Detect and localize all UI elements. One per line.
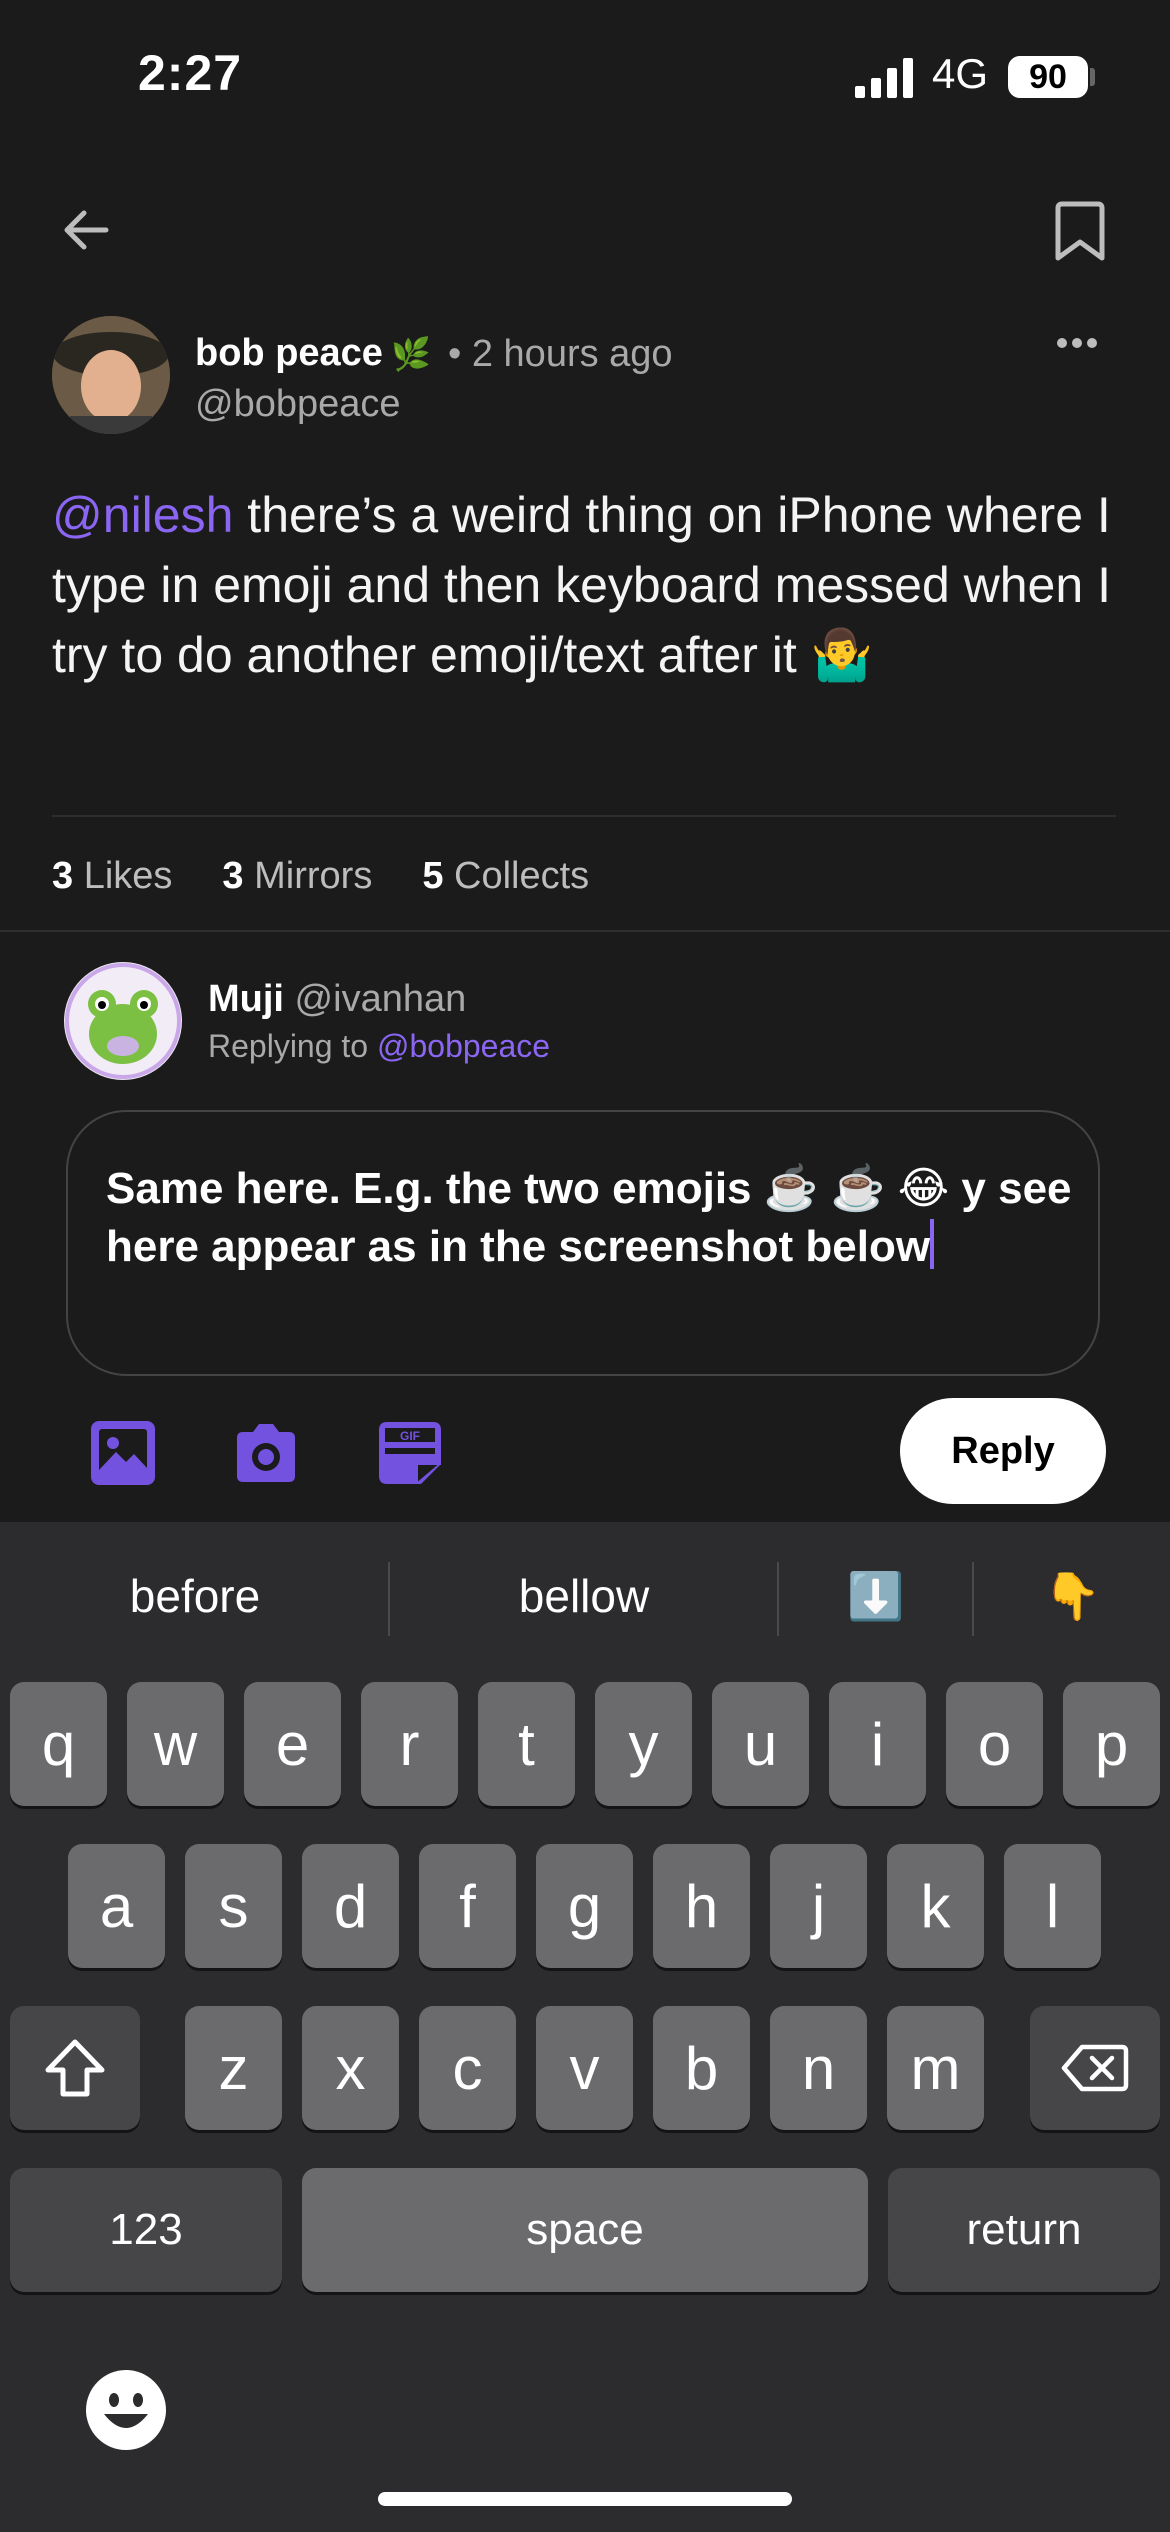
post-timestamp: • 2 hours ago <box>448 333 673 375</box>
network-label: 4G <box>932 50 989 97</box>
author-name-text[interactable]: bob peace <box>195 332 383 374</box>
shift-key[interactable] <box>10 2006 140 2130</box>
suggestion-4[interactable]: 👇 <box>975 1548 1170 1644</box>
shift-icon <box>45 2039 105 2097</box>
mirrors-count: 3 <box>222 855 244 897</box>
bookmark-icon[interactable] <box>1050 200 1110 264</box>
key-h[interactable]: h <box>653 1844 750 1968</box>
key-i[interactable]: i <box>829 1682 926 1806</box>
key-t[interactable]: t <box>478 1682 575 1806</box>
mirrors-label: Mirrors <box>254 855 373 897</box>
reply-user: Muji @ivanhan <box>208 978 466 1021</box>
key-q[interactable]: q <box>10 1682 107 1806</box>
svg-text:GIF: GIF <box>400 1429 420 1443</box>
key-p[interactable]: p <box>1063 1682 1160 1806</box>
signal-icon <box>855 58 913 98</box>
back-arrow-icon[interactable] <box>56 200 116 260</box>
reply-input-text[interactable]: Same here. E.g. the two emojis ☕️ ☕️ 😂 y… <box>106 1160 1106 1276</box>
collects-label: Collects <box>454 855 590 897</box>
key-c[interactable]: c <box>419 2006 516 2130</box>
draft-text: Same here. E.g. the two emojis ☕️ ☕️ 😂 y… <box>106 1164 1072 1271</box>
key-x[interactable]: x <box>302 2006 399 2130</box>
image-icon[interactable] <box>88 1418 158 1488</box>
return-key[interactable]: return <box>888 2168 1160 2292</box>
replying-to: Replying to @bobpeace <box>208 1028 550 1065</box>
emoji-icon[interactable] <box>84 2368 168 2452</box>
mention-link[interactable]: @nilesh <box>52 487 233 543</box>
reply-avatar[interactable] <box>64 962 182 1080</box>
collects-count: 5 <box>422 855 444 897</box>
battery-tip <box>1090 68 1095 86</box>
key-o[interactable]: o <box>946 1682 1043 1806</box>
more-icon[interactable] <box>1056 336 1098 350</box>
key-y[interactable]: y <box>595 1682 692 1806</box>
reply-name: Muji <box>208 978 284 1020</box>
space-key[interactable]: space <box>302 2168 868 2292</box>
suggestion-3[interactable]: ⬇️ <box>780 1548 972 1644</box>
suggestion-separator <box>972 1562 974 1636</box>
key-a[interactable]: a <box>68 1844 165 1968</box>
mirrors-stat[interactable]: 3 Mirrors <box>222 855 372 897</box>
reply-handle: @ivanhan <box>294 978 467 1020</box>
key-d[interactable]: d <box>302 1844 399 1968</box>
replying-to-mention[interactable]: @bobpeace <box>377 1028 550 1064</box>
key-f[interactable]: f <box>419 1844 516 1968</box>
key-l[interactable]: l <box>1004 1844 1101 1968</box>
gif-icon[interactable]: GIF <box>375 1418 445 1488</box>
collects-stat[interactable]: 5 Collects <box>422 855 589 897</box>
camera-icon[interactable] <box>231 1418 301 1488</box>
reply-button[interactable]: Reply <box>900 1398 1106 1504</box>
text-caret <box>930 1219 935 1269</box>
delete-icon <box>1061 2044 1129 2092</box>
key-n[interactable]: n <box>770 2006 867 2130</box>
status-time: 2:27 <box>138 45 243 101</box>
likes-label: Likes <box>83 855 173 897</box>
key-e[interactable]: e <box>244 1682 341 1806</box>
post-stats: 3 Likes 3 Mirrors 5 Collects <box>52 855 589 898</box>
battery-icon: 90 <box>1008 56 1088 98</box>
key-j[interactable]: j <box>770 1844 867 1968</box>
suggestion-separator <box>777 1562 779 1636</box>
key-r[interactable]: r <box>361 1682 458 1806</box>
key-s[interactable]: s <box>185 1844 282 1968</box>
key-z[interactable]: z <box>185 2006 282 2130</box>
divider <box>0 930 1170 932</box>
key-u[interactable]: u <box>712 1682 809 1806</box>
divider <box>52 815 1116 817</box>
author-avatar[interactable] <box>52 316 170 434</box>
likes-stat[interactable]: 3 Likes <box>52 855 172 897</box>
author-name[interactable]: bob peace 🌿 <box>195 332 431 375</box>
key-g[interactable]: g <box>536 1844 633 1968</box>
author-handle[interactable]: @bobpeace <box>195 383 401 426</box>
key-k[interactable]: k <box>887 1844 984 1968</box>
suggestion-1[interactable]: before <box>0 1548 390 1644</box>
key-b[interactable]: b <box>653 2006 750 2130</box>
leaf-badge-icon: 🌿 <box>390 336 431 372</box>
suggestion-2[interactable]: bellow <box>390 1548 778 1644</box>
likes-count: 3 <box>52 855 74 897</box>
home-indicator[interactable] <box>378 2492 792 2506</box>
key-v[interactable]: v <box>536 2006 633 2130</box>
replying-prefix: Replying to <box>208 1028 369 1064</box>
delete-key[interactable] <box>1030 2006 1160 2130</box>
post-body: @nilesh there’s a weird thing on iPhone … <box>52 480 1112 690</box>
numbers-key[interactable]: 123 <box>10 2168 282 2292</box>
key-w[interactable]: w <box>127 1682 224 1806</box>
key-m[interactable]: m <box>887 2006 984 2130</box>
